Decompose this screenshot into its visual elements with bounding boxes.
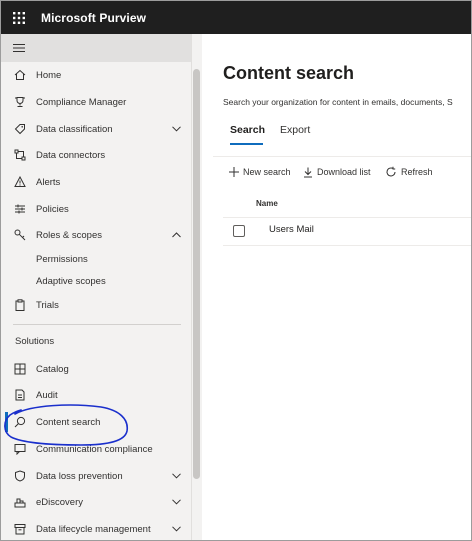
sidebar-item-content-search[interactable]: Content search [1, 409, 191, 435]
row-checkbox[interactable] [233, 225, 245, 237]
archive-icon [13, 522, 27, 536]
tab-search[interactable]: Search [230, 124, 265, 136]
audit-icon [13, 388, 27, 402]
tab-active-underline [230, 143, 263, 145]
new-search-button[interactable]: New search [229, 165, 291, 179]
sidebar-item-label: eDiscovery [36, 496, 83, 508]
tab-export[interactable]: Export [280, 124, 310, 136]
download-list-label: Download list [317, 167, 371, 177]
download-icon [303, 167, 313, 178]
home-icon [13, 68, 27, 82]
sidebar-item-catalog[interactable]: Catalog [1, 356, 191, 382]
sliders-icon [13, 202, 27, 216]
section-label-solutions: Solutions [15, 336, 55, 347]
tabs-divider [213, 156, 471, 157]
refresh-icon [385, 166, 397, 178]
sidebar-item-home[interactable]: Home [1, 62, 191, 88]
hamburger-icon [13, 44, 25, 52]
sidebar-item-data-loss-prevention[interactable]: Data loss prevention [1, 463, 191, 489]
plus-icon [229, 167, 239, 177]
clipboard-icon [13, 298, 27, 312]
refresh-label: Refresh [401, 167, 433, 177]
top-bar: Microsoft Purview [1, 1, 471, 34]
ediscovery-icon [13, 495, 27, 509]
sidebar-item-label: Data classification [36, 123, 113, 135]
key-icon [13, 228, 27, 242]
chevron-down-icon[interactable] [172, 471, 181, 482]
sidebar-item-label: Home [36, 69, 62, 81]
sidebar-item-compliance-manager[interactable]: Compliance Manager [1, 89, 191, 115]
new-search-label: New search [243, 167, 291, 177]
column-header-name[interactable]: Name [256, 199, 278, 208]
sidebar-item-label: Roles & scopes [36, 229, 103, 241]
sidebar-item-roles-scopes[interactable]: Roles & scopes [1, 222, 191, 248]
sidebar-item-label: Data connectors [36, 149, 106, 161]
sidebar-item-label: Content search [36, 416, 101, 428]
chat-icon [13, 442, 27, 456]
table-row-divider [223, 245, 471, 246]
scrollbar-thumb[interactable] [193, 69, 200, 479]
table-row-name[interactable]: Users Mail [269, 224, 314, 235]
trophy-icon [13, 95, 27, 109]
chevron-down-icon[interactable] [172, 124, 181, 135]
app-launcher-icon[interactable] [1, 1, 37, 34]
page-title: Content search [223, 63, 355, 83]
sidebar-item-data-lifecycle-management[interactable]: Data lifecycle management [1, 516, 191, 540]
sidebar-item-ediscovery[interactable]: eDiscovery [1, 489, 191, 515]
page-description: Search your organization for content in … [223, 97, 453, 107]
sidebar-item-label: Trials [36, 299, 59, 311]
sidebar-item-policies[interactable]: Policies [1, 196, 191, 222]
app-window: Microsoft Purview Home Compliance Manage… [0, 0, 472, 541]
sidebar-item-alerts[interactable]: Alerts [1, 169, 191, 195]
sidebar-subitem-adaptive-scopes[interactable]: Adaptive scopes [1, 270, 191, 292]
shield-icon [13, 469, 27, 483]
refresh-button[interactable]: Refresh [385, 165, 433, 179]
sidebar-item-label: Alerts [36, 176, 61, 188]
sidebar-item-trials[interactable]: Trials [1, 292, 191, 318]
catalog-icon [13, 362, 27, 376]
sidebar-item-label: Catalog [36, 363, 69, 375]
connector-icon [13, 148, 27, 162]
chevron-down-icon[interactable] [172, 497, 181, 508]
sidebar-item-data-connectors[interactable]: Data connectors [1, 142, 191, 168]
sidebar-item-communication-compliance[interactable]: Communication compliance [1, 436, 191, 462]
chevron-up-icon[interactable] [172, 230, 181, 241]
sidebar-item-label: Data lifecycle management [36, 523, 151, 535]
sidebar-subitem-label: Adaptive scopes [36, 275, 106, 287]
section-divider [13, 324, 181, 325]
tag-icon [13, 122, 27, 136]
app-title[interactable]: Microsoft Purview [41, 11, 146, 25]
sidebar-item-label: Policies [36, 203, 69, 215]
sidebar-subitem-label: Permissions [36, 253, 88, 265]
chevron-down-icon[interactable] [172, 524, 181, 535]
sidebar-subitem-permissions[interactable]: Permissions [1, 248, 191, 270]
sidebar-item-label: Compliance Manager [36, 96, 127, 108]
search-icon [13, 415, 27, 429]
sidebar-item-data-classification[interactable]: Data classification [1, 116, 191, 142]
sidebar-item-label: Data loss prevention [36, 470, 123, 482]
download-list-button[interactable]: Download list [303, 165, 371, 179]
collapse-nav-button[interactable] [1, 34, 191, 62]
sidebar-item-label: Audit [36, 389, 58, 401]
warning-icon [13, 175, 27, 189]
main-content [202, 34, 471, 540]
sidebar-item-label: Communication compliance [36, 443, 153, 455]
table-header-divider [223, 217, 471, 218]
sidebar-item-audit[interactable]: Audit [1, 382, 191, 408]
